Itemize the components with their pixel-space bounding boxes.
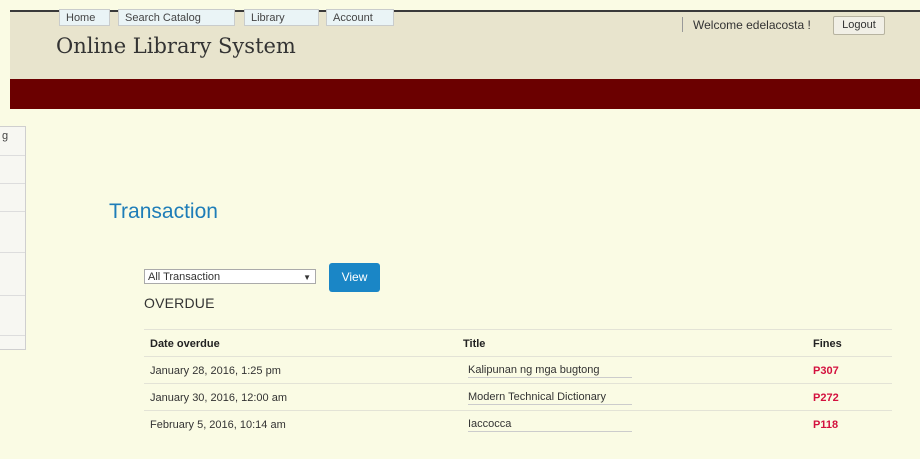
- transaction-filter-select[interactable]: All Transaction ▼: [144, 269, 316, 284]
- nav-item-account[interactable]: Account: [326, 9, 394, 26]
- transaction-filter-value: All Transaction: [148, 271, 221, 283]
- sidebar-divider: [0, 252, 25, 253]
- sidebar-divider: [0, 183, 25, 184]
- row-fine: P307: [813, 365, 839, 377]
- site-title: Online Library System: [56, 34, 296, 58]
- sidebar-divider: [0, 335, 25, 336]
- row-fine: P272: [813, 392, 839, 404]
- column-header-date: Date overdue: [150, 338, 220, 350]
- welcome-text: Welcome edelacosta !: [693, 18, 811, 32]
- welcome-separator: [682, 17, 683, 32]
- column-header-title: Title: [463, 338, 486, 350]
- column-header-fines: Fines: [813, 338, 842, 350]
- sidebar-divider: [0, 295, 25, 296]
- page-title: Transaction: [109, 200, 218, 223]
- nav-bar: [10, 79, 920, 109]
- nav-item-search-catalog[interactable]: Search Catalog: [118, 9, 235, 26]
- row-title: Kalipunan ng mga bugtong: [468, 364, 632, 378]
- logout-button[interactable]: Logout: [833, 16, 885, 35]
- view-button[interactable]: View: [329, 263, 380, 292]
- table-row-divider: [144, 383, 892, 384]
- row-title: Iaccocca: [468, 418, 632, 432]
- table-border: [144, 356, 892, 357]
- sidebar-divider: [0, 155, 25, 156]
- dropdown-arrow-icon: ▼: [303, 273, 311, 282]
- row-date: February 5, 2016, 10:14 am: [150, 419, 286, 431]
- sidebar-divider: [0, 211, 25, 212]
- row-date: January 30, 2016, 12:00 am: [150, 392, 287, 404]
- left-sidebar-text: g: [2, 130, 9, 142]
- nav-item-library[interactable]: Library: [244, 9, 319, 26]
- row-fine: P118: [813, 419, 839, 431]
- nav-item-home[interactable]: Home: [59, 9, 110, 26]
- left-sidebar-panel: g: [0, 126, 26, 350]
- table-row-divider: [144, 410, 892, 411]
- row-title: Modern Technical Dictionary: [468, 391, 632, 405]
- table-border: [144, 329, 892, 330]
- row-date: January 28, 2016, 1:25 pm: [150, 365, 281, 377]
- section-title: OVERDUE: [144, 295, 215, 311]
